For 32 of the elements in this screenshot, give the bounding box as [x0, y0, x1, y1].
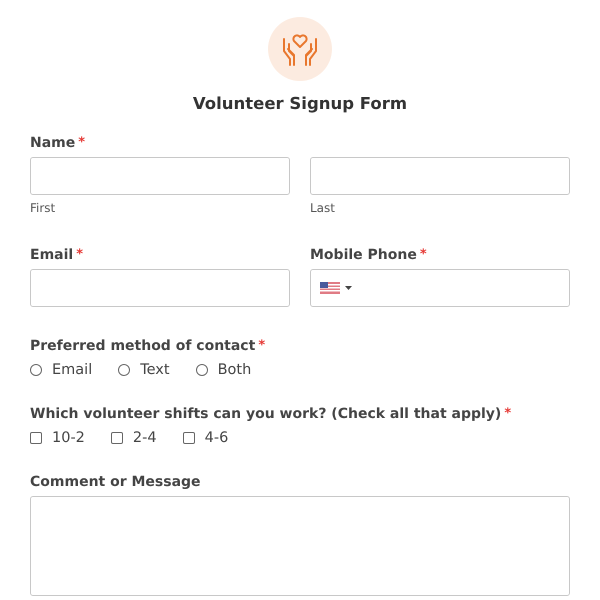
option-label: Both — [218, 362, 252, 378]
flag-icon — [320, 282, 340, 294]
required-asterisk: * — [78, 135, 86, 151]
field-sublabel: Last — [310, 201, 336, 215]
text-input[interactable] — [30, 157, 290, 195]
field-label: Which volunteer shifts can you work? (Check all that apply) — [30, 406, 502, 422]
checkbox[interactable] — [182, 432, 195, 444]
required-asterisk: * — [258, 338, 266, 354]
email-input[interactable] — [30, 269, 290, 307]
checkbox[interactable] — [30, 432, 42, 444]
field-sublabel: First — [30, 201, 56, 215]
form-title: Volunteer Signup Form — [192, 94, 408, 113]
option-label: 4-6 — [204, 430, 228, 446]
radio-button[interactable] — [118, 364, 130, 376]
option-label: 10-2 — [52, 430, 85, 446]
required-asterisk: * — [76, 247, 84, 263]
radio-button[interactable] — [30, 364, 42, 376]
caret-icon — [345, 286, 352, 290]
required-asterisk: * — [504, 406, 512, 422]
field-label: Mobile Phone — [310, 247, 417, 263]
field-label: Email — [30, 247, 74, 263]
phone-input[interactable] — [310, 269, 570, 307]
option-label: Text — [140, 362, 170, 378]
field-label: Comment or Message — [30, 474, 201, 490]
field-label: Name — [30, 135, 76, 151]
required-asterisk: * — [420, 247, 427, 263]
checkbox[interactable] — [110, 432, 123, 444]
text-input[interactable] — [310, 157, 570, 195]
option-label: 2-4 — [132, 430, 157, 446]
field-label: Preferred method of contact — [30, 338, 256, 354]
option-label: Email — [52, 362, 92, 378]
radio-button[interactable] — [196, 364, 208, 376]
